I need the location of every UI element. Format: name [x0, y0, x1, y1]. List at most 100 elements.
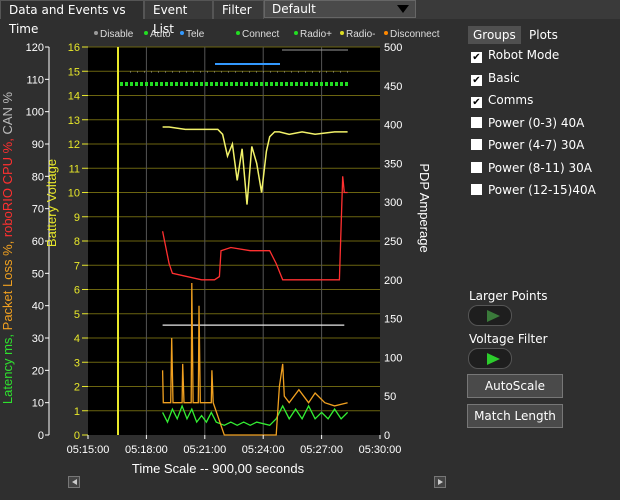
checkbox-checked-icon[interactable]: ✔: [471, 52, 482, 63]
group-checkbox-power-0-3-40a[interactable]: Power (0-3) 40A: [471, 114, 584, 132]
autoscale-button[interactable]: AutoScale: [467, 374, 563, 398]
left-tick-label: 100: [26, 107, 44, 119]
voltage-filter-toggle[interactable]: [468, 348, 512, 369]
group-label: Power (0-3) 40A: [488, 115, 585, 130]
legend-disconnect: Disconnect: [390, 29, 440, 40]
x-tick-label: 05:30:00: [359, 444, 402, 456]
left-tick-label: 20: [32, 365, 44, 377]
x-tick-label: 05:21:00: [183, 444, 226, 456]
left-tick-label: 50: [32, 268, 44, 280]
voltage-tick-label: 12: [68, 139, 80, 151]
group-checkbox-comms[interactable]: ✔ Comms: [471, 91, 533, 109]
right-tick-label: 0: [384, 430, 390, 442]
x-tick-label: 05:27:00: [300, 444, 343, 456]
legend-disable: Disable: [100, 29, 134, 40]
right-tick-label: 250: [384, 236, 402, 248]
group-label: Comms: [488, 93, 534, 107]
voltage-tick-label: 10: [68, 188, 80, 200]
chevron-down-icon: [397, 5, 409, 13]
right-tick-label: 300: [384, 197, 402, 209]
checkbox-unchecked-icon[interactable]: [471, 116, 482, 128]
voltage-tick-label: 8: [74, 236, 80, 248]
checkbox-checked-icon[interactable]: ✔: [471, 97, 482, 108]
checkbox-unchecked-icon[interactable]: [471, 161, 482, 173]
left-axis-label-part: Packet Loss %,: [0, 241, 15, 334]
arrow-right-icon: [438, 479, 443, 485]
time-scale-label: Time Scale -- 900,00 seconds: [132, 461, 305, 476]
group-checkbox-power-4-7-30a[interactable]: Power (4-7) 30A: [471, 136, 584, 154]
voltage-tick-label: 5: [74, 309, 80, 321]
toggle-indicator-icon: [487, 310, 500, 322]
checkbox-unchecked-icon[interactable]: [471, 139, 482, 150]
legend-marker-disable: [94, 31, 98, 35]
battery-voltage-axis-label: Battery Voltage: [44, 159, 59, 247]
right-tick-label: 400: [384, 120, 402, 132]
legend-radio-: Radio+: [300, 29, 332, 40]
legend-auto: Auto: [150, 29, 171, 40]
legend-connect: Connect: [242, 29, 279, 40]
left-tick-label: 120: [26, 42, 44, 54]
left-tick-label: 90: [32, 139, 44, 151]
group-label: Power (8-11) 30A: [488, 160, 592, 175]
checkbox-unchecked-icon[interactable]: [471, 184, 482, 195]
tab-bar: Data and Events vs Time Event List Filte…: [0, 0, 620, 36]
voltage-tick-label: 16: [68, 42, 80, 54]
tab-event-list[interactable]: Event List: [144, 0, 213, 36]
legend-radio-: Radio-: [346, 29, 375, 40]
group-checkbox-robot-mode[interactable]: ✔ Robot Mode: [471, 46, 559, 64]
x-tick-label: 05:18:00: [125, 444, 168, 456]
legend-marker-radio-: [340, 31, 344, 35]
left-tick-label: 0: [38, 430, 44, 442]
group-checkbox-power-12-15-40a[interactable]: Power (12-15)40A: [471, 181, 596, 199]
x-axis-ticks: 05:15:00 05:18:00 05:21:00 05:24:00 05:27:00…: [67, 435, 402, 456]
left-tick-label: 10: [32, 398, 44, 410]
right-tick-label: 350: [384, 158, 402, 170]
scroll-right-button[interactable]: [434, 476, 446, 488]
legend-marker-connect: [236, 31, 240, 35]
tab-filter[interactable]: Filter: [213, 0, 264, 19]
voltage-tick-label: 13: [68, 115, 80, 127]
toggle-indicator-icon: [487, 353, 500, 365]
group-label: Basic: [488, 70, 520, 85]
larger-points-label: Larger Points: [469, 289, 548, 303]
filter-dropdown[interactable]: Default: [264, 0, 416, 18]
filter-dropdown-value: Default: [272, 2, 316, 16]
larger-points-toggle[interactable]: [468, 305, 512, 326]
voltage-tick-label: 6: [74, 285, 80, 297]
left-tick-label: 40: [32, 301, 44, 313]
legend-marker-disconnect: [384, 31, 388, 35]
group-checkbox-basic[interactable]: ✔ Basic: [471, 69, 520, 87]
voltage-tick-label: 9: [74, 212, 80, 224]
pdp-amperage-axis-label: PDP Amperage: [417, 163, 432, 252]
scroll-left-button[interactable]: [68, 476, 80, 488]
voltage-tick-label: 11: [69, 163, 80, 175]
group-checkbox-power-8-11-30a[interactable]: Power (8-11) 30A: [471, 159, 592, 177]
left-tick-label: 70: [32, 204, 44, 216]
chart-legend: Disable Auto Tele Connect Radio+ Radio- Discon…: [94, 29, 440, 40]
voltage-tick-label: 2: [74, 382, 80, 394]
voltage-tick-label: 14: [68, 91, 80, 103]
left-axis-label-part: CAN %: [0, 91, 15, 138]
left-axis-label: Latency ms, Packet Loss %, roboRIO CPU %…: [0, 91, 15, 404]
voltage-tick-label: 0: [74, 430, 80, 442]
tab-plots[interactable]: Plots: [524, 26, 563, 44]
x-tick-label: 05:24:00: [242, 444, 285, 456]
left-axis-label-part: roboRIO CPU %,: [0, 138, 15, 241]
match-length-button[interactable]: Match Length: [467, 404, 563, 428]
left-tick-label: 60: [32, 236, 44, 248]
group-label: Robot Mode: [488, 48, 560, 62]
right-tick-label: 450: [384, 81, 402, 93]
voltage-tick-label: 7: [74, 260, 80, 272]
group-label: Power (4-7) 30A: [488, 138, 585, 152]
group-label: Power (12-15)40A: [488, 183, 596, 197]
tab-groups[interactable]: Groups: [468, 26, 521, 44]
checkbox-checked-icon[interactable]: ✔: [471, 74, 482, 86]
voltage-tick-label: 4: [74, 333, 80, 345]
voltage-filter-label: Voltage Filter: [469, 332, 548, 346]
x-tick-label: 05:15:00: [67, 444, 110, 456]
right-tick-label: 200: [384, 275, 402, 287]
voltage-tick-label: 15: [68, 66, 80, 78]
left-tick-label: 30: [32, 333, 44, 345]
tab-data-and-events[interactable]: Data and Events vs Time: [0, 0, 144, 36]
legend-marker-tele: [180, 31, 184, 35]
